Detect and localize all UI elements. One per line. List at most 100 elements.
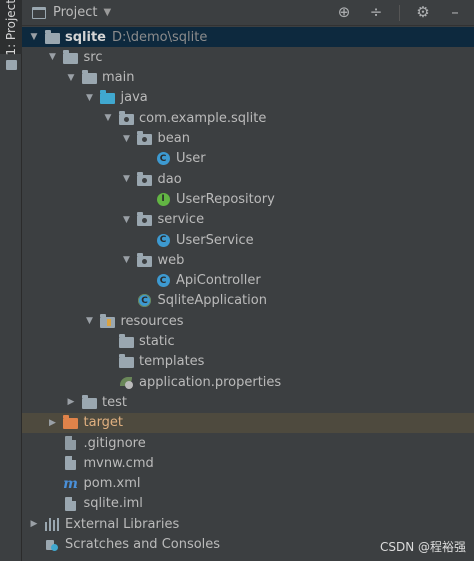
tree-node-external-libraries[interactable]: ▶ External Libraries (22, 514, 474, 534)
chevron-down-icon[interactable]: ▼ (121, 255, 133, 265)
tree-node-label: application.properties (139, 374, 282, 390)
libraries-icon (44, 516, 60, 532)
tree-node-label: pom.xml (83, 476, 141, 492)
tree-node-label: bean (157, 131, 190, 146)
tree-node-mvnw-cmd[interactable]: mvnw.cmd (22, 453, 474, 473)
interface-icon: I (155, 191, 171, 207)
tree-node-label: Scratches and Consoles (65, 537, 221, 552)
scratches-icon (44, 537, 60, 553)
tree-node-label: UserRepository (176, 191, 275, 207)
tree-node-target[interactable]: ▶ target (22, 412, 474, 433)
tree-node-label: User (176, 151, 206, 167)
chevron-down-icon[interactable]: ▼ (47, 52, 59, 62)
tree-node-label: templates (139, 354, 205, 370)
chevron-right-icon[interactable]: ▶ (65, 397, 77, 407)
tree-node-sqlite[interactable]: ▼ sqlite D:\demo\sqlite (22, 27, 474, 47)
project-tool-tab[interactable]: 1: Project (0, 0, 22, 56)
file-icon (63, 455, 79, 471)
module-path: D:\demo\sqlite (112, 29, 208, 45)
excluded-folder-icon (63, 415, 79, 431)
watermark: CSDN @程裕强 (379, 540, 466, 554)
package-icon (137, 212, 153, 228)
tree-node-src[interactable]: ▼ src (22, 47, 474, 67)
chevron-down-icon[interactable]: ▼ (28, 32, 40, 42)
tree-node-label: src (83, 49, 103, 65)
tree-node-userrepository[interactable]: I UserRepository (22, 189, 474, 209)
folder-icon[interactable] (6, 60, 17, 70)
tree-node-dao[interactable]: ▼ dao (22, 169, 474, 189)
tree-node-static[interactable]: static (22, 332, 474, 352)
package-icon (118, 110, 134, 126)
tool-window-strip: 1: Project (0, 0, 22, 561)
tree-node-service[interactable]: ▼ service (22, 210, 474, 230)
hide-icon[interactable]: – (446, 5, 464, 20)
collapse-all-icon[interactable]: ÷ (367, 5, 385, 20)
class-icon: C (155, 151, 171, 167)
tree-node-user[interactable]: C User (22, 149, 474, 169)
package-icon (137, 171, 153, 187)
tree-node-pom-xml[interactable]: m pom.xml (22, 474, 474, 494)
tree-node-label: dao (157, 171, 182, 187)
tree-node-label: sqlite.iml (83, 496, 143, 512)
tree-node-gitignore[interactable]: .gitignore (22, 433, 474, 453)
chevron-down-icon[interactable]: ▼ (121, 174, 133, 184)
project-tool-tab-label: 1: Project (4, 0, 18, 56)
tree-node-sqliteapplication[interactable]: C SqliteApplication (22, 291, 474, 311)
tree-node-label: SqliteApplication (157, 293, 267, 309)
chevron-right-icon[interactable]: ▶ (47, 418, 59, 428)
chevron-down-icon[interactable]: ▼ (103, 7, 111, 18)
resources-folder-icon (100, 313, 116, 329)
gear-icon[interactable]: ⚙ (414, 5, 432, 20)
chevron-down-icon[interactable]: ▼ (84, 316, 96, 326)
chevron-down-icon[interactable]: ▼ (65, 73, 77, 83)
tree-node-sqlite-iml[interactable]: sqlite.iml (22, 494, 474, 514)
tree-node-label: static (139, 334, 175, 349)
spring-boot-class-icon: C (137, 293, 153, 309)
tree-node-label: java (120, 90, 148, 106)
tree-node-label: test (102, 394, 127, 410)
tree-node-web[interactable]: ▼ web (22, 250, 474, 270)
maven-icon: m (63, 475, 78, 492)
tree-node-templates[interactable]: templates (22, 352, 474, 372)
tree-node-userservice[interactable]: C UserService (22, 230, 474, 250)
chevron-right-icon[interactable]: ▶ (28, 519, 40, 529)
tree-node-label: External Libraries (65, 516, 180, 532)
chevron-down-icon[interactable]: ▼ (102, 113, 114, 123)
tree-node-java[interactable]: ▼ java (22, 88, 474, 108)
tree-node-apicontroller[interactable]: C ApiController (22, 271, 474, 291)
tree-node-label: ApiController (176, 273, 261, 289)
tree-node-test[interactable]: ▶ test (22, 392, 474, 412)
class-icon: C (155, 232, 171, 248)
tree-node-resources[interactable]: ▼ resources (22, 311, 474, 331)
chevron-down-icon[interactable]: ▼ (84, 93, 96, 103)
tree-node-label: target (83, 415, 124, 431)
tree-node-application-properties[interactable]: application.properties (22, 372, 474, 392)
file-icon (63, 496, 79, 512)
tree-node-label: UserService (176, 232, 254, 248)
tree-node-label: mvnw.cmd (83, 455, 154, 471)
folder-icon (118, 354, 134, 370)
tree-node-main[interactable]: ▼ main (22, 68, 474, 88)
folder-icon (63, 49, 79, 65)
project-view-title[interactable]: Project (53, 5, 97, 20)
tree-node-com-example-sqlite[interactable]: ▼ com.example.sqlite (22, 108, 474, 128)
source-folder-icon (100, 90, 116, 106)
tree-node-label: service (157, 212, 205, 228)
module-folder-icon (44, 29, 60, 45)
package-icon (137, 131, 153, 147)
folder-icon (118, 334, 134, 350)
project-tree: ▼ sqlite D:\demo\sqlite ▼ src ▼ main ▼ java ▼ com.… (22, 27, 474, 561)
tree-node-label: .gitignore (83, 435, 146, 451)
tree-node-label: com.example.sqlite (139, 110, 267, 126)
toolbar-divider (399, 4, 400, 21)
chevron-down-icon[interactable]: ▼ (121, 134, 133, 144)
folder-icon (81, 394, 97, 410)
package-icon (137, 252, 153, 268)
tree-node-bean[interactable]: ▼ bean (22, 129, 474, 149)
project-header: Project ▼ ⊕ ÷ ⚙ – (22, 0, 474, 26)
locate-icon[interactable]: ⊕ (335, 5, 353, 20)
tree-node-label: main (102, 70, 135, 86)
chevron-down-icon[interactable]: ▼ (121, 215, 133, 225)
tree-node-label: resources (120, 313, 184, 329)
folder-icon (81, 70, 97, 86)
